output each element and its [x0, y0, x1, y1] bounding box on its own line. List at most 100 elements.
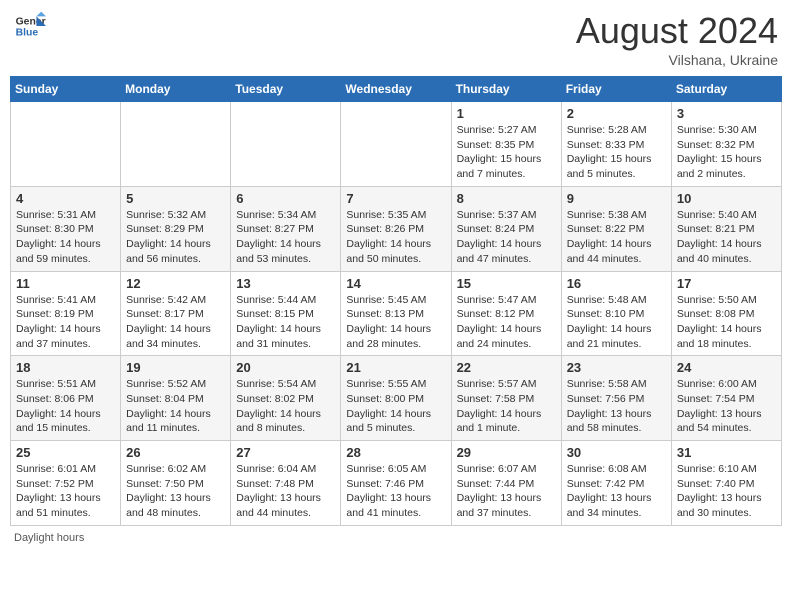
day-info: Sunrise: 5:37 AMSunset: 8:24 PMDaylight:…	[457, 208, 556, 267]
calendar-cell	[231, 102, 341, 187]
calendar-cell: 2Sunrise: 5:28 AMSunset: 8:33 PMDaylight…	[561, 102, 671, 187]
calendar-cell: 20 Sunrise: 5:54 AMSunset: 8:02 PMDayligh…	[231, 356, 341, 441]
day-info: Sunrise: 5:32 AMSunset: 8:29 PMDaylight:…	[126, 208, 225, 267]
day-info: Sunrise: 5:48 AMSunset: 8:10 PMDaylight:…	[567, 293, 666, 352]
day-number: 19	[126, 360, 225, 375]
day-number: 21	[346, 360, 445, 375]
day-info: Sunrise: 5:54 AMSunset: 8:02 PMDaylight:…	[236, 377, 335, 436]
calendar-cell: 27Sunrise: 6:04 AMSunset: 7:48 PMDayligh…	[231, 441, 341, 526]
day-info: Sunrise: 5:51 AMSunset: 8:06 PMDaylight:…	[16, 377, 115, 436]
day-number: 20	[236, 360, 335, 375]
day-info: Sunrise: 5:44 AMSunset: 8:15 PMDaylight:…	[236, 293, 335, 352]
day-info: Sunrise: 5:28 AMSunset: 8:33 PMDaylight:…	[567, 123, 666, 182]
day-info: Sunrise: 6:02 AMSunset: 7:50 PMDaylight:…	[126, 462, 225, 521]
calendar-table: SundayMondayTuesdayWednesdayThursdayFrid…	[10, 76, 782, 526]
location: Vilshana, Ukraine	[576, 52, 778, 68]
calendar-cell: 28 Sunrise: 6:05 AMSunset: 7:46 PMDayligh…	[341, 441, 451, 526]
day-number: 27	[236, 445, 335, 460]
day-info: Sunrise: 5:40 AMSunset: 8:21 PMDaylight:…	[677, 208, 776, 267]
day-number: 25	[16, 445, 115, 460]
calendar-cell: 15 Sunrise: 5:47 AMSunset: 8:12 PMDayligh…	[451, 271, 561, 356]
calendar-cell: 25 Sunrise: 6:01 AMSunset: 7:52 PMDayligh…	[11, 441, 121, 526]
calendar-cell: 16 Sunrise: 5:48 AMSunset: 8:10 PMDayligh…	[561, 271, 671, 356]
day-of-week-header: Tuesday	[231, 77, 341, 102]
day-number: 3	[677, 106, 776, 121]
page-header: General Blue August 2024 Vilshana, Ukrai…	[10, 10, 782, 68]
calendar-week-row: 25 Sunrise: 6:01 AMSunset: 7:52 PMDayligh…	[11, 441, 782, 526]
calendar-week-row: 1Sunrise: 5:27 AMSunset: 8:35 PMDaylight…	[11, 102, 782, 187]
day-info: Sunrise: 5:41 AMSunset: 8:19 PMDaylight:…	[16, 293, 115, 352]
calendar-cell: 12Sunrise: 5:42 AMSunset: 8:17 PMDayligh…	[121, 271, 231, 356]
day-number: 9	[567, 191, 666, 206]
day-info: Sunrise: 6:07 AMSunset: 7:44 PMDaylight:…	[457, 462, 556, 521]
footer-note: Daylight hours	[10, 532, 782, 544]
calendar-cell: 6 Sunrise: 5:34 AMSunset: 8:27 PMDaylight…	[231, 186, 341, 271]
day-info: Sunrise: 5:50 AMSunset: 8:08 PMDaylight:…	[677, 293, 776, 352]
day-info: Sunrise: 5:58 AMSunset: 7:56 PMDaylight:…	[567, 377, 666, 436]
calendar-cell: 23 Sunrise: 5:58 AMSunset: 7:56 PMDayligh…	[561, 356, 671, 441]
calendar-cell: 7Sunrise: 5:35 AMSunset: 8:26 PMDaylight…	[341, 186, 451, 271]
calendar-cell: 13 Sunrise: 5:44 AMSunset: 8:15 PMDayligh…	[231, 271, 341, 356]
day-number: 4	[16, 191, 115, 206]
day-info: Sunrise: 5:35 AMSunset: 8:26 PMDaylight:…	[346, 208, 445, 267]
calendar-cell: 5Sunrise: 5:32 AMSunset: 8:29 PMDaylight…	[121, 186, 231, 271]
day-info: Sunrise: 6:01 AMSunset: 7:52 PMDaylight:…	[16, 462, 115, 521]
calendar-cell: 11 Sunrise: 5:41 AMSunset: 8:19 PMDayligh…	[11, 271, 121, 356]
calendar-cell: 31Sunrise: 6:10 AMSunset: 7:40 PMDayligh…	[671, 441, 781, 526]
day-number: 15	[457, 276, 556, 291]
calendar-week-row: 4Sunrise: 5:31 AMSunset: 8:30 PMDaylight…	[11, 186, 782, 271]
calendar-cell: 14 Sunrise: 5:45 AMSunset: 8:13 PMDayligh…	[341, 271, 451, 356]
calendar-cell: 30Sunrise: 6:08 AMSunset: 7:42 PMDayligh…	[561, 441, 671, 526]
calendar-cell: 4Sunrise: 5:31 AMSunset: 8:30 PMDaylight…	[11, 186, 121, 271]
calendar-cell: 10 Sunrise: 5:40 AMSunset: 8:21 PMDayligh…	[671, 186, 781, 271]
day-of-week-header: Friday	[561, 77, 671, 102]
title-block: August 2024 Vilshana, Ukraine	[576, 10, 778, 68]
calendar-week-row: 18 Sunrise: 5:51 AMSunset: 8:06 PMDayligh…	[11, 356, 782, 441]
calendar-cell: 18 Sunrise: 5:51 AMSunset: 8:06 PMDayligh…	[11, 356, 121, 441]
days-header-row: SundayMondayTuesdayWednesdayThursdayFrid…	[11, 77, 782, 102]
day-of-week-header: Thursday	[451, 77, 561, 102]
day-of-week-header: Monday	[121, 77, 231, 102]
day-info: Sunrise: 5:57 AMSunset: 7:58 PMDaylight:…	[457, 377, 556, 436]
day-info: Sunrise: 6:00 AMSunset: 7:54 PMDaylight:…	[677, 377, 776, 436]
day-info: Sunrise: 6:08 AMSunset: 7:42 PMDaylight:…	[567, 462, 666, 521]
day-info: Sunrise: 5:45 AMSunset: 8:13 PMDaylight:…	[346, 293, 445, 352]
calendar-cell: 3 Sunrise: 5:30 AMSunset: 8:32 PMDaylight…	[671, 102, 781, 187]
day-number: 11	[16, 276, 115, 291]
day-info: Sunrise: 6:10 AMSunset: 7:40 PMDaylight:…	[677, 462, 776, 521]
day-number: 24	[677, 360, 776, 375]
calendar-cell	[341, 102, 451, 187]
day-number: 28	[346, 445, 445, 460]
calendar-week-row: 11 Sunrise: 5:41 AMSunset: 8:19 PMDayligh…	[11, 271, 782, 356]
month-title: August 2024	[576, 10, 778, 52]
day-number: 17	[677, 276, 776, 291]
day-number: 14	[346, 276, 445, 291]
day-number: 29	[457, 445, 556, 460]
day-number: 16	[567, 276, 666, 291]
day-number: 18	[16, 360, 115, 375]
calendar-cell: 26 Sunrise: 6:02 AMSunset: 7:50 PMDayligh…	[121, 441, 231, 526]
calendar-cell: 1Sunrise: 5:27 AMSunset: 8:35 PMDaylight…	[451, 102, 561, 187]
day-number: 6	[236, 191, 335, 206]
day-info: Sunrise: 5:38 AMSunset: 8:22 PMDaylight:…	[567, 208, 666, 267]
day-info: Sunrise: 5:52 AMSunset: 8:04 PMDaylight:…	[126, 377, 225, 436]
calendar-cell	[11, 102, 121, 187]
day-number: 23	[567, 360, 666, 375]
day-of-week-header: Sunday	[11, 77, 121, 102]
day-of-week-header: Saturday	[671, 77, 781, 102]
day-of-week-header: Wednesday	[341, 77, 451, 102]
day-info: Sunrise: 5:27 AMSunset: 8:35 PMDaylight:…	[457, 123, 556, 182]
day-number: 26	[126, 445, 225, 460]
calendar-cell: 29 Sunrise: 6:07 AMSunset: 7:44 PMDayligh…	[451, 441, 561, 526]
day-number: 10	[677, 191, 776, 206]
day-info: Sunrise: 5:55 AMSunset: 8:00 PMDaylight:…	[346, 377, 445, 436]
day-info: Sunrise: 5:30 AMSunset: 8:32 PMDaylight:…	[677, 123, 776, 182]
day-number: 13	[236, 276, 335, 291]
logo-icon: General Blue	[14, 10, 46, 42]
day-info: Sunrise: 5:47 AMSunset: 8:12 PMDaylight:…	[457, 293, 556, 352]
calendar-cell: 17 Sunrise: 5:50 AMSunset: 8:08 PMDayligh…	[671, 271, 781, 356]
day-info: Sunrise: 5:34 AMSunset: 8:27 PMDaylight:…	[236, 208, 335, 267]
day-info: Sunrise: 6:05 AMSunset: 7:46 PMDaylight:…	[346, 462, 445, 521]
calendar-cell: 19 Sunrise: 5:52 AMSunset: 8:04 PMDayligh…	[121, 356, 231, 441]
day-number: 12	[126, 276, 225, 291]
